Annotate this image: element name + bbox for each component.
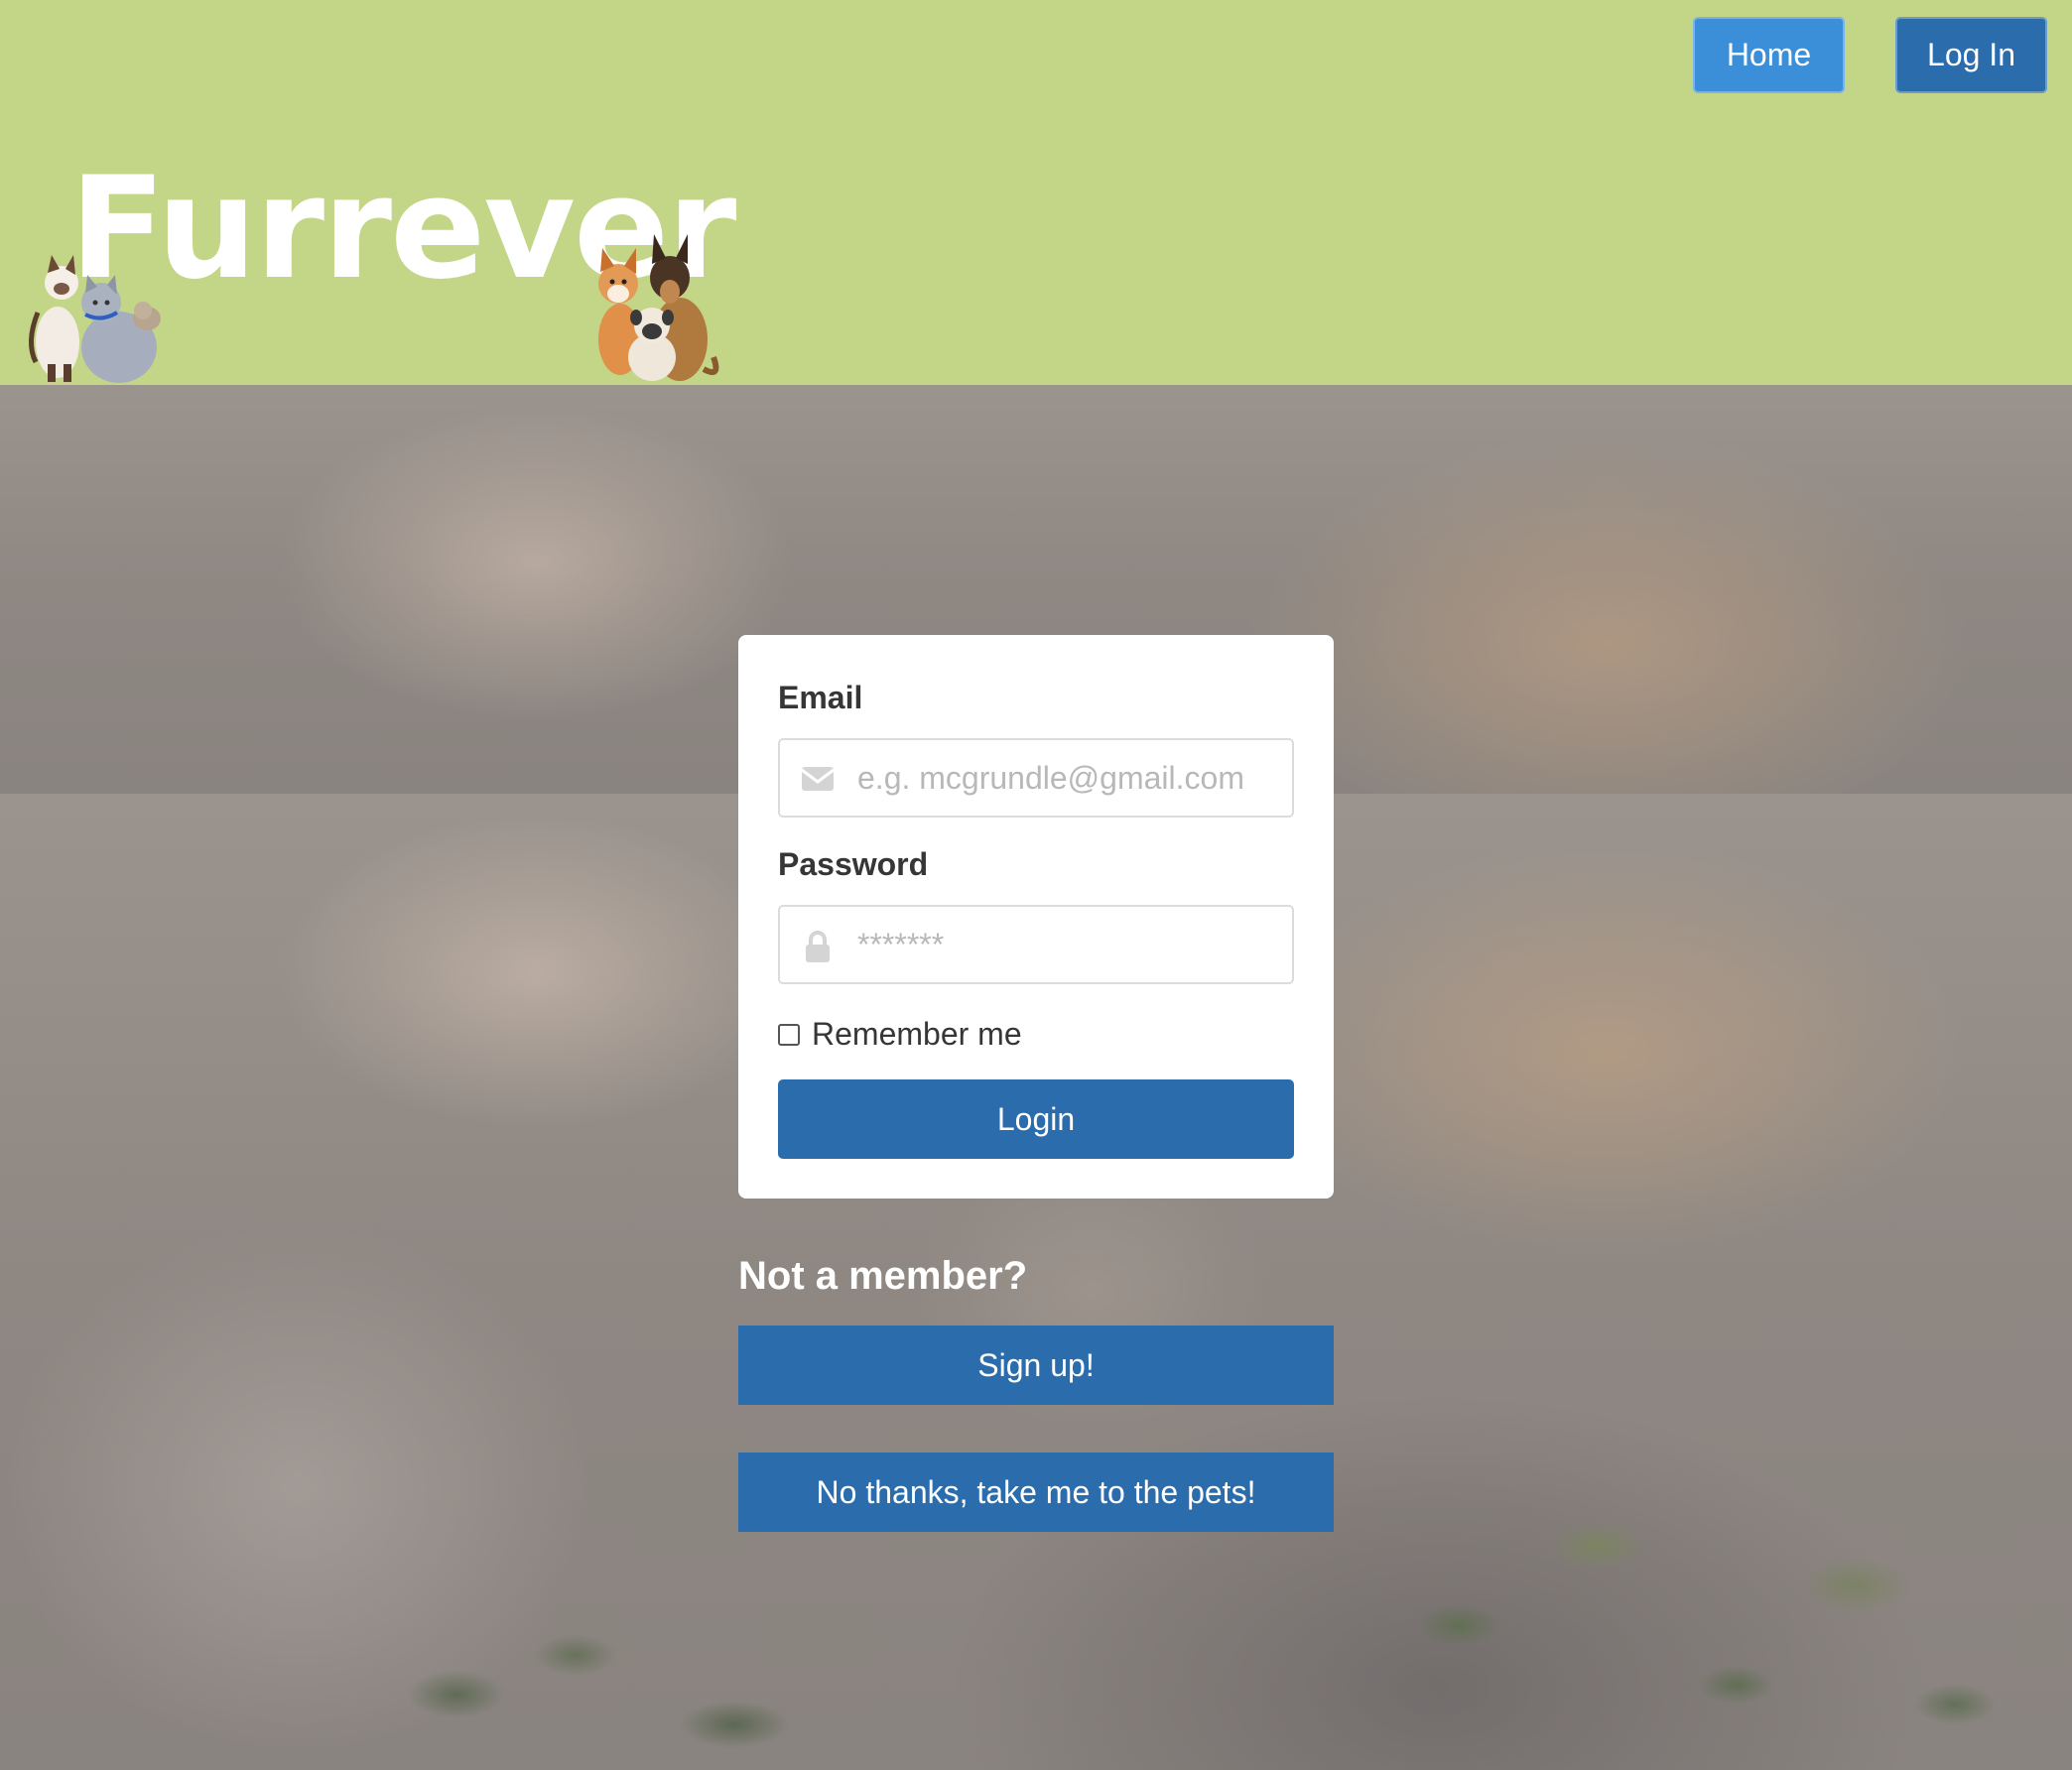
remember-me-row[interactable]: Remember me: [778, 1016, 1022, 1053]
login-nav-button[interactable]: Log In: [1895, 17, 2047, 93]
dogs-illustration: [598, 234, 719, 381]
envelope-icon: [801, 767, 835, 791]
site-header: Home Log In Furrever: [0, 0, 2072, 385]
home-nav-button[interactable]: Home: [1693, 17, 1845, 93]
login-submit-button[interactable]: Login: [778, 1079, 1294, 1159]
background-leaves: [1340, 1427, 2034, 1770]
remember-me-checkbox[interactable]: [778, 1023, 800, 1046]
password-input[interactable]: [857, 907, 1274, 982]
skip-to-pets-button[interactable]: No thanks, take me to the pets!: [738, 1453, 1334, 1532]
login-card: Email Password Remember me Login: [738, 635, 1334, 1199]
not-member-heading: Not a member?: [738, 1254, 1028, 1298]
email-label: Email: [778, 680, 863, 715]
background-leaves: [377, 1595, 873, 1770]
email-field-wrapper[interactable]: [778, 738, 1294, 818]
password-field-wrapper[interactable]: [778, 905, 1294, 984]
email-input[interactable]: [857, 740, 1274, 816]
password-label: Password: [778, 846, 929, 882]
signup-button[interactable]: Sign up!: [738, 1326, 1334, 1405]
remember-me-label: Remember me: [812, 1016, 1022, 1052]
cats-illustration: [29, 255, 161, 383]
lock-icon: [806, 931, 830, 962]
